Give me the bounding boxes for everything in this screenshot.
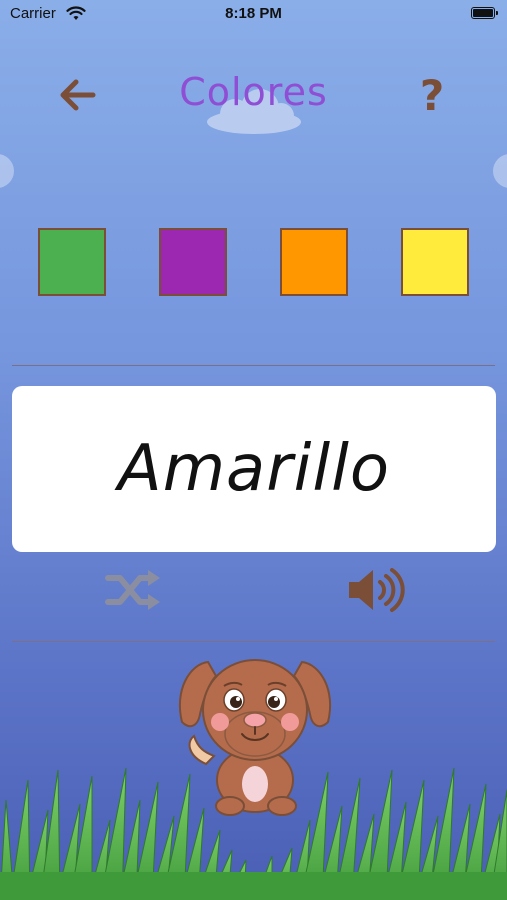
clock: 8:18 PM <box>225 5 282 22</box>
battery-icon <box>471 7 498 19</box>
divider-top <box>12 365 495 366</box>
divider-bottom <box>12 641 495 642</box>
right-edge-dot <box>493 154 507 188</box>
help-icon: ? <box>419 71 445 120</box>
shuffle-button[interactable] <box>104 566 162 614</box>
color-word: Amarillo <box>117 432 391 506</box>
swatch-yellow[interactable] <box>401 228 469 296</box>
shuffle-icon <box>105 570 160 610</box>
help-button[interactable]: ? <box>410 72 454 120</box>
grass-decoration <box>0 767 507 900</box>
status-bar: Carrier 8:18 PM <box>0 0 507 30</box>
speaker-icon <box>349 568 405 612</box>
swatch-orange[interactable] <box>280 228 348 296</box>
swatch-purple[interactable] <box>159 228 227 296</box>
left-edge-dot <box>0 154 14 188</box>
word-card: Amarillo <box>12 386 496 552</box>
speaker-button[interactable] <box>346 564 410 616</box>
swatch-green[interactable] <box>38 228 106 296</box>
